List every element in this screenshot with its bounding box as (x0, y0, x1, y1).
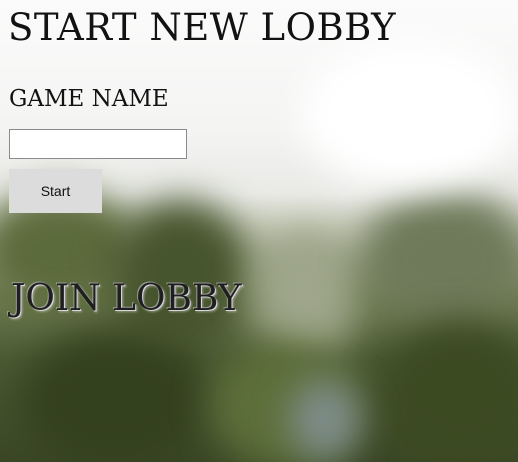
background-landscape-image (0, 0, 518, 462)
join-lobby-title: JOIN LOBBY (11, 278, 242, 319)
game-name-input[interactable] (9, 129, 187, 159)
game-name-label: GAME NAME (9, 86, 169, 112)
start-new-lobby-title: START NEW LOBBY (8, 6, 397, 49)
start-button[interactable]: Start (9, 169, 102, 213)
